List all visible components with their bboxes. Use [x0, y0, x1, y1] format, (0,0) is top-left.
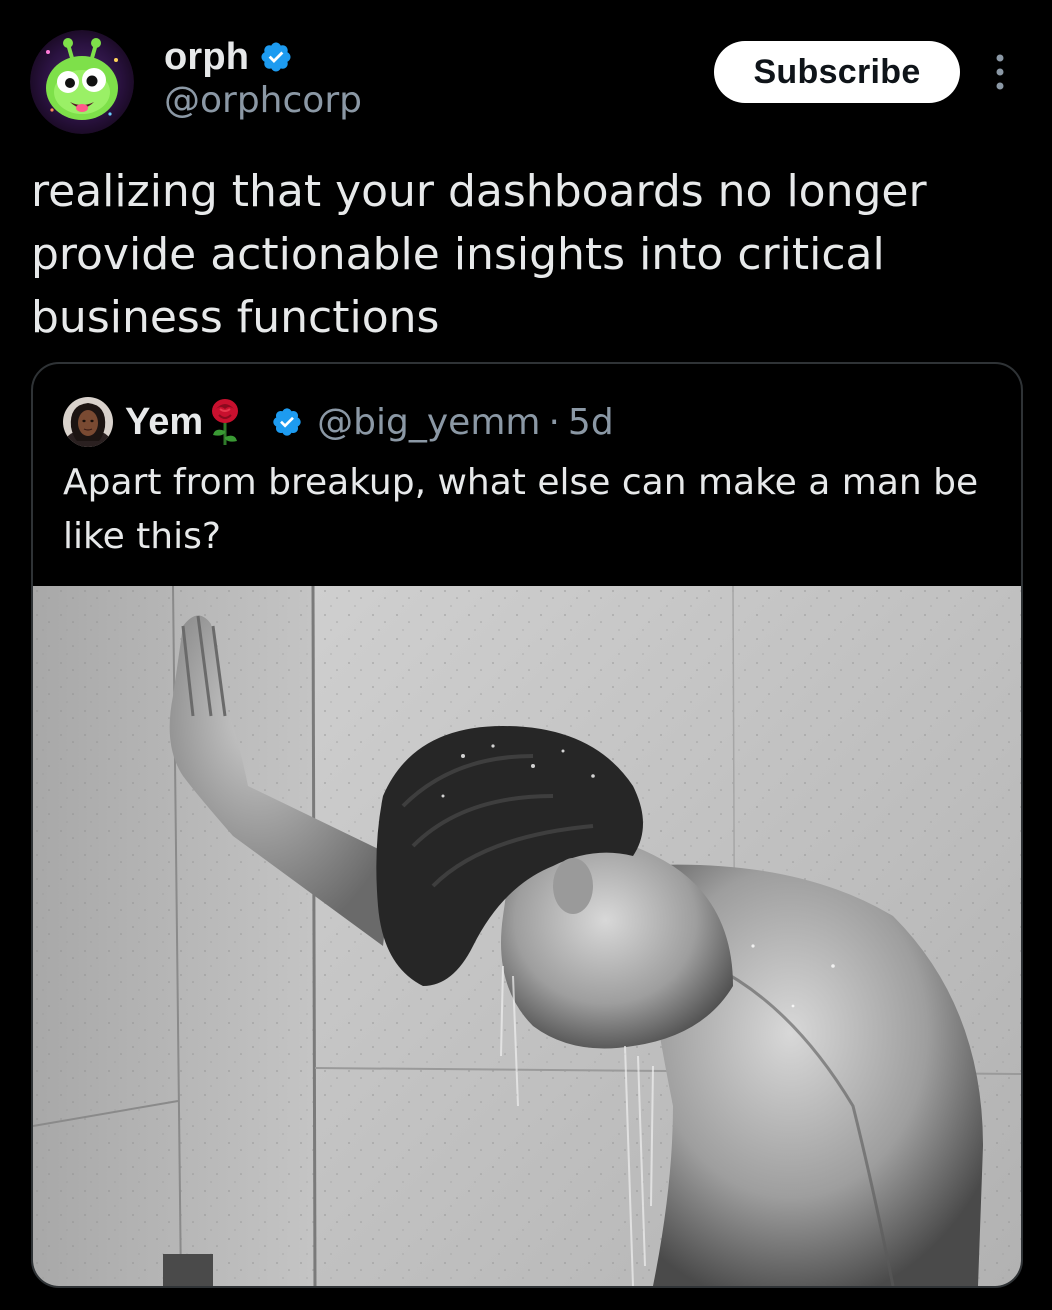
quoted-author-avatar[interactable] — [63, 397, 113, 447]
author-avatar[interactable] — [30, 30, 134, 134]
quoted-tweet-header: Yem @big_yemm · 5d — [63, 394, 614, 450]
quoted-tweet-time[interactable]: 5d — [568, 402, 614, 443]
subscribe-button[interactable]: Subscribe — [714, 41, 960, 103]
author-display-name[interactable]: orph — [164, 36, 249, 79]
author-name-row[interactable]: orph — [164, 34, 293, 80]
tweet-page: orph @orphcorp Subscribe realizing that … — [0, 0, 1052, 1310]
quoted-tweet-card[interactable]: Yem @big_yemm · 5d Apart from breakup, w… — [31, 362, 1023, 1288]
verified-badge-icon — [259, 40, 293, 74]
rose-icon — [207, 397, 243, 447]
quoted-author-handle[interactable]: @big_yemm — [317, 402, 540, 443]
meta-separator: · — [548, 401, 560, 443]
quoted-author-name[interactable]: Yem — [125, 401, 203, 444]
quoted-tweet-image[interactable] — [33, 585, 1021, 1286]
quoted-verified-badge-icon — [271, 406, 303, 438]
shower-photo-illustration — [33, 585, 1021, 1286]
quoted-tweet-text: Apart from breakup, what else can make a… — [63, 462, 979, 557]
tweet-text: realizing that your dashboards no longer… — [31, 166, 927, 343]
author-handle[interactable]: @orphcorp — [164, 80, 362, 121]
alien-avatar-icon — [30, 30, 134, 134]
more-vertical-icon[interactable] — [988, 52, 1012, 92]
